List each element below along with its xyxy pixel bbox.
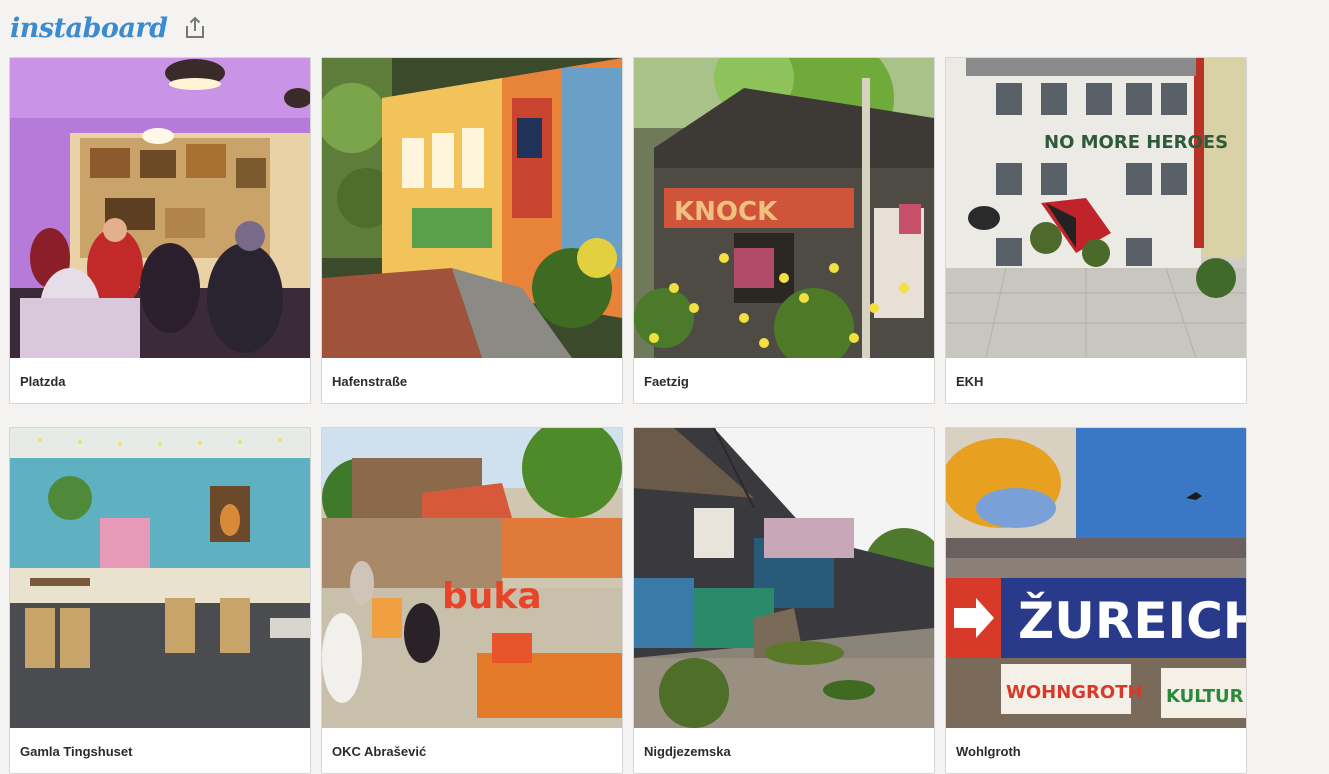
share-icon[interactable] <box>182 15 208 41</box>
card-title[interactable]: Gamla Tingshuset <box>10 728 310 773</box>
board-card[interactable]: ŽUREICH WOHNGROTH KULTUR Wohlgroth <box>945 427 1247 774</box>
board-card[interactable]: Hafenstraße <box>321 57 623 404</box>
card-title[interactable]: Nigdjezemska <box>634 728 934 773</box>
card-title[interactable]: Faetzig <box>634 358 934 403</box>
board-card[interactable]: Platzda <box>9 57 311 404</box>
photo-banner-text-1: WOHNGROTH <box>1006 682 1143 703</box>
card-photo[interactable]: NO MORE HEROES <box>946 58 1246 358</box>
card-photo[interactable]: KNOCK <box>634 58 934 358</box>
board-card[interactable]: KNOCK Faetzig <box>633 57 935 404</box>
photo-sign-text: ŽUREICH <box>1018 591 1246 650</box>
card-title[interactable]: Wohlgroth <box>946 728 1246 773</box>
board-card[interactable]: NO MORE HEROES EKH <box>945 57 1247 404</box>
card-photo[interactable]: ŽUREICH WOHNGROTH KULTUR <box>946 428 1246 728</box>
photo-sign-text: KNOCK <box>674 197 778 227</box>
board-card[interactable]: Gamla Tingshuset <box>9 427 311 774</box>
card-title[interactable]: OKC Abrašević <box>322 728 622 773</box>
photo-graffiti-text: NO MORE HEROES <box>1044 132 1228 153</box>
card-photo[interactable]: buka <box>322 428 622 728</box>
card-photo[interactable] <box>10 428 310 728</box>
photo-banner-text-2: KULTUR <box>1166 686 1244 707</box>
card-photo[interactable] <box>10 58 310 358</box>
app-logo[interactable]: instaboard <box>10 13 168 44</box>
card-title[interactable]: EKH <box>946 358 1246 403</box>
card-photo[interactable] <box>322 58 622 358</box>
card-title[interactable]: Hafenstraße <box>322 358 622 403</box>
photo-sign-text: buka <box>442 576 542 617</box>
board-card[interactable]: Nigdjezemska <box>633 427 935 774</box>
app-header: instaboard <box>10 10 208 46</box>
card-photo[interactable] <box>634 428 934 728</box>
board-card[interactable]: buka OKC Abrašević <box>321 427 623 774</box>
card-title[interactable]: Platzda <box>10 358 310 403</box>
board-grid: Platzda Hafenstraße KNOCK Faetzig NO MOR… <box>9 57 1247 774</box>
